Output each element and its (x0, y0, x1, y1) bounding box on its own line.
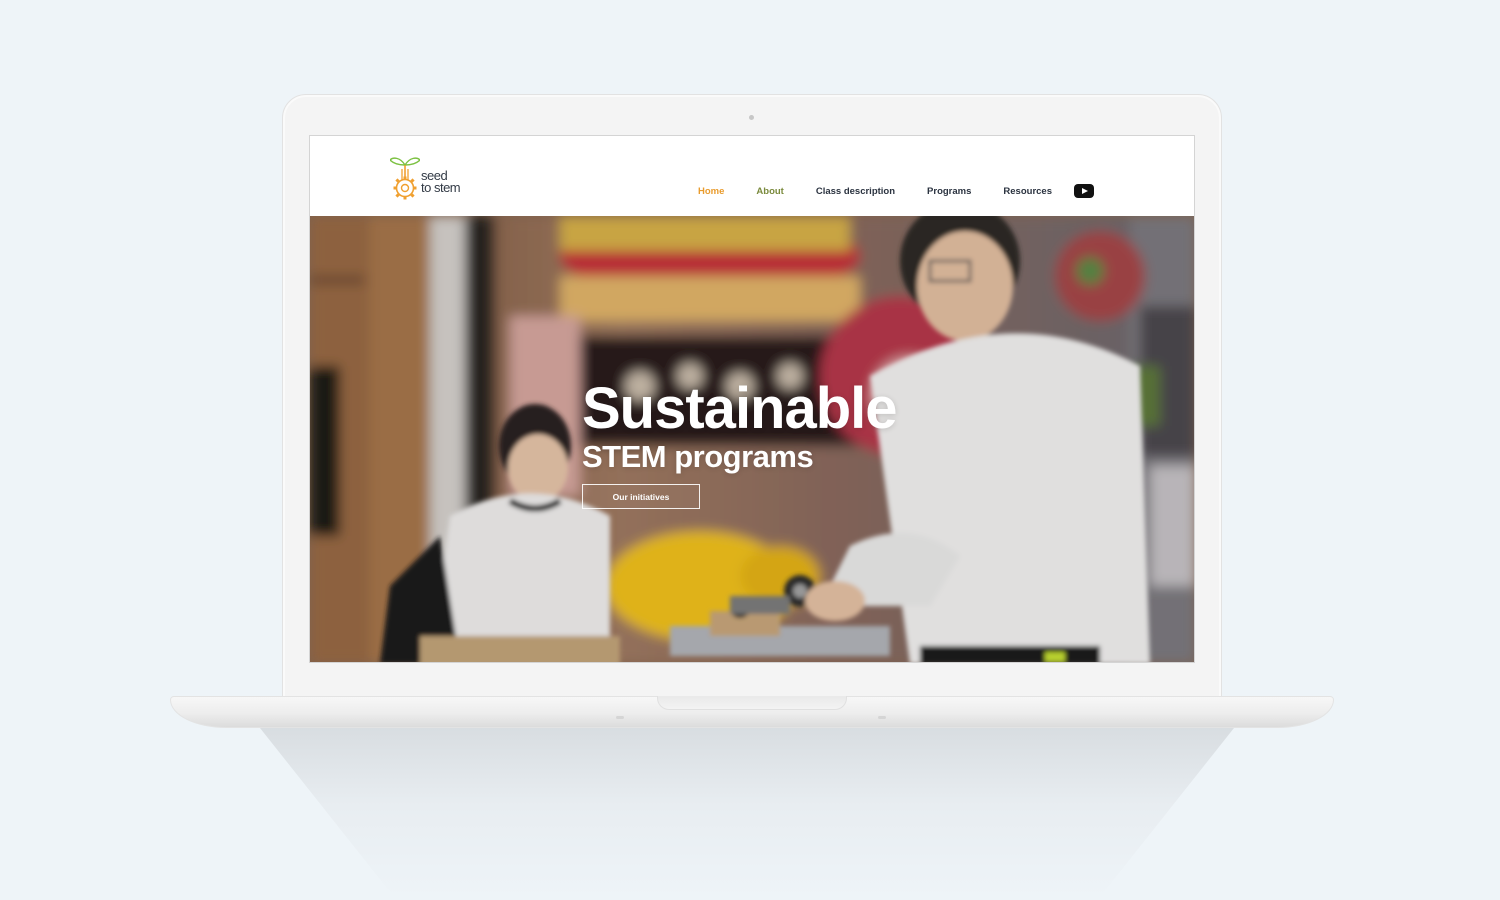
laptop-shadow (260, 728, 1234, 900)
youtube-icon[interactable] (1074, 184, 1094, 198)
hero-title: Sustainable (582, 376, 898, 441)
main-nav: Home About Class description Programs Re… (698, 184, 1094, 198)
laptop-hinge-left (616, 716, 624, 719)
nav-resources[interactable]: Resources (1003, 186, 1052, 197)
nav-programs[interactable]: Programs (927, 186, 971, 197)
camera-dot (749, 115, 754, 120)
nav-class-description[interactable]: Class description (816, 186, 895, 197)
logo-wordmark: seed to stem (421, 169, 461, 195)
site-logo[interactable]: seed to stem (390, 153, 482, 201)
our-initiatives-button[interactable]: Our initiatives (582, 484, 700, 509)
nav-home[interactable]: Home (698, 186, 724, 197)
hero-subtitle: STEM programs (582, 439, 814, 474)
site-header: seed to stem Home About Class descriptio… (310, 136, 1194, 216)
nav-about[interactable]: About (756, 186, 783, 197)
seed-gear-logo-icon (390, 157, 420, 200)
laptop-hinge-right (878, 716, 886, 719)
hero-section: Sustainable STEM programs Our initiative… (310, 216, 1194, 662)
logo-line-2: to stem (421, 180, 461, 195)
laptop-notch (657, 696, 847, 710)
laptop-screen: seed to stem Home About Class descriptio… (309, 135, 1195, 663)
